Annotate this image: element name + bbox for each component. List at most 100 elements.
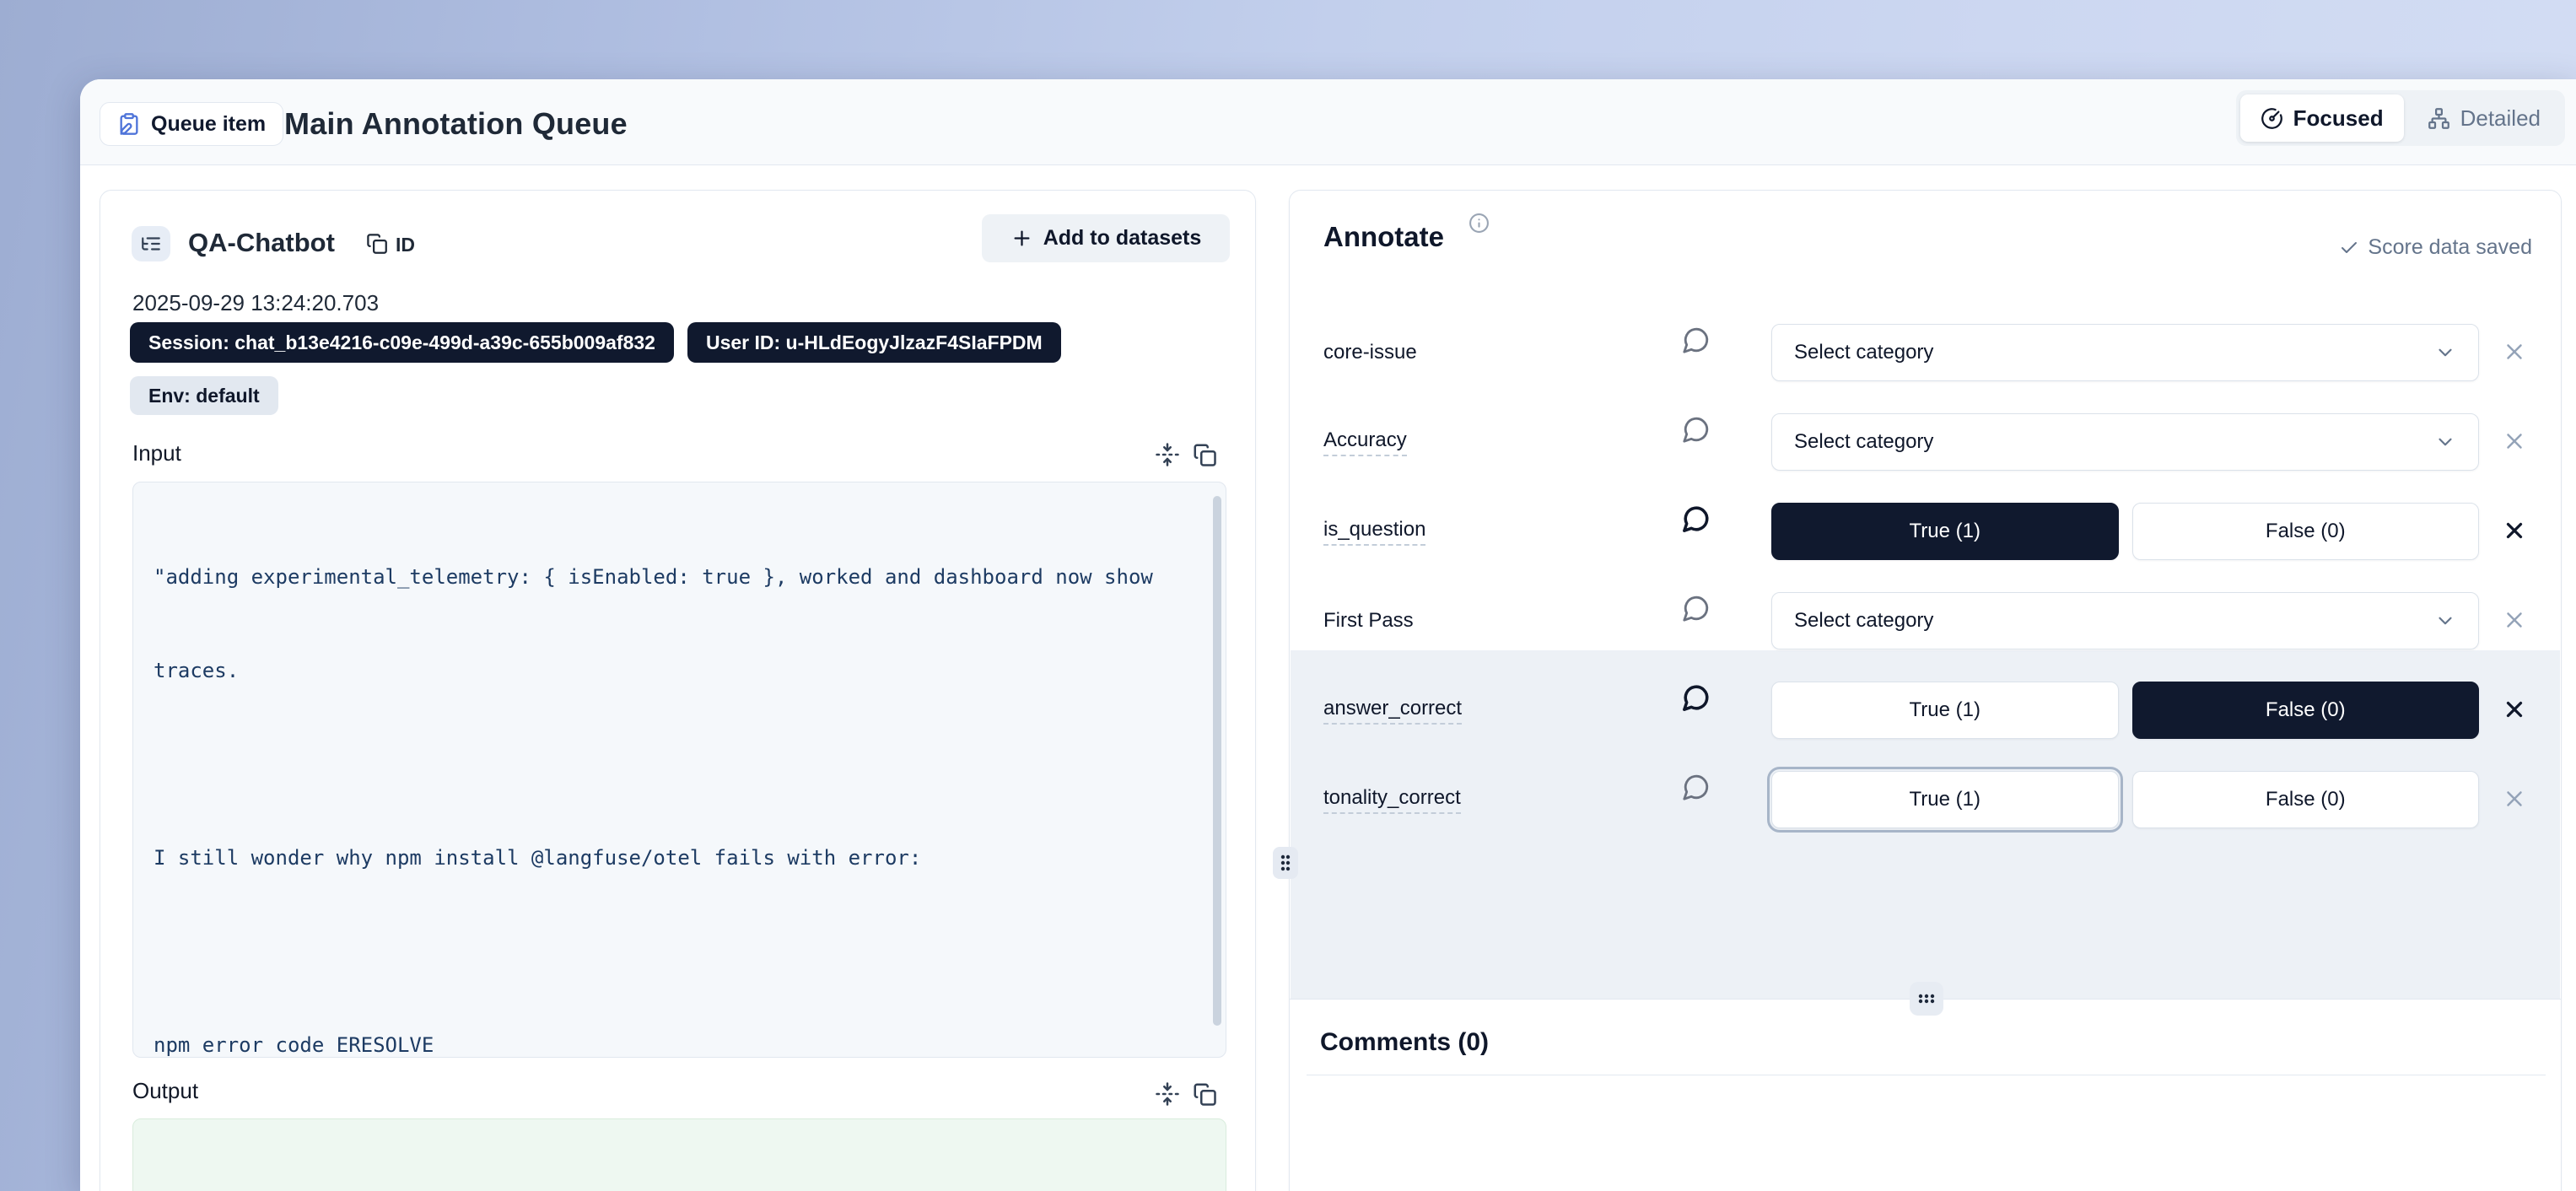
score-name: is_question [1323, 518, 1679, 546]
annotation-queue-page: Queue item Main Annotation Queue Focused… [0, 0, 2576, 1191]
comment-bubble-icon[interactable] [1679, 771, 1713, 805]
comment-bubble-icon[interactable] [1679, 592, 1713, 626]
plus-icon [1010, 227, 1033, 250]
delete-score-button[interactable] [2501, 339, 2528, 366]
list-tree-icon [132, 226, 170, 261]
info-icon[interactable] [1469, 213, 1490, 234]
false-button[interactable]: False (0) [2132, 771, 2480, 828]
dialog-header: Queue item Main Annotation Queue Focused… [80, 79, 2576, 165]
user-id-badge[interactable]: User ID: u-HLdEogyJlzazF4SIaFPDM [687, 322, 1061, 363]
queue-item-badge: Queue item [100, 102, 283, 146]
network-icon [2428, 107, 2450, 130]
delete-score-button[interactable] [2501, 607, 2528, 634]
select-placeholder: Select category [1794, 609, 1933, 633]
score-row: Accuracy Select category [1290, 397, 2561, 487]
code-line [154, 936, 1205, 967]
score-row: First Pass Select category [1290, 576, 2561, 666]
copy-icon[interactable] [1192, 442, 1217, 467]
session-badge[interactable]: Session: chat_b13e4216-c09e-499d-a39c-65… [130, 322, 674, 363]
input-code-block: "adding experimental_telemetry: { isEnab… [132, 482, 1226, 1058]
x-icon [2502, 518, 2527, 543]
section-resize-handle[interactable] [1910, 982, 1943, 1016]
comment-bubble-icon[interactable] [1679, 503, 1713, 536]
delete-score-button[interactable] [2501, 786, 2528, 813]
comment-bubble-icon[interactable] [1679, 413, 1713, 447]
select-placeholder: Select category [1794, 430, 1933, 454]
score-name: First Pass [1323, 609, 1679, 633]
score-save-status: Score data saved [2339, 235, 2532, 260]
code-line: "adding experimental_telemetry: { isEnab… [154, 562, 1205, 593]
output-code-block: "# Dependency conflict: why npm ERESOLVE… [132, 1118, 1226, 1191]
env-badge: Env: default [130, 376, 278, 415]
grip-dots-icon [1916, 992, 1937, 1005]
true-button[interactable]: True (1) [1771, 682, 2119, 739]
view-toggle: Focused Detailed [2236, 90, 2565, 146]
toggle-detailed[interactable]: Detailed [2407, 94, 2561, 142]
x-icon [2502, 607, 2527, 633]
fold-vertical-icon[interactable] [1155, 1081, 1180, 1107]
input-section-label: Input [132, 440, 181, 466]
score-row: core-issue Select category [1290, 308, 2561, 397]
category-select[interactable]: Select category [1771, 592, 2479, 649]
panel-resize-handle[interactable] [1273, 847, 1298, 879]
toggle-detailed-label: Detailed [2460, 105, 2541, 132]
id-label[interactable]: ID [396, 234, 415, 256]
true-button[interactable]: True (1) [1771, 503, 2119, 560]
true-button[interactable]: True (1) [1771, 771, 2119, 828]
toggle-focused[interactable]: Focused [2240, 94, 2404, 142]
output-section-label: Output [132, 1078, 198, 1104]
comment-bubble-icon[interactable] [1679, 682, 1713, 715]
comment-bubble-icon[interactable] [1679, 324, 1713, 358]
chevron-down-icon [2434, 610, 2456, 632]
comments-title: Comments (0) [1320, 1028, 1489, 1057]
copy-icon[interactable] [1192, 1081, 1217, 1107]
copy-id-icon[interactable] [365, 232, 388, 255]
chevron-down-icon [2434, 431, 2456, 453]
code-line: npm error code ERESOLVE [154, 1030, 1205, 1058]
x-icon [2502, 786, 2527, 811]
chevron-down-icon [2434, 342, 2456, 364]
trace-panel: QA-Chatbot ID Add to datasets 2025-09-29… [100, 190, 1256, 1191]
input-scrollbar[interactable] [1213, 496, 1221, 1026]
add-to-datasets-button[interactable]: Add to datasets [982, 214, 1230, 262]
score-name: answer_correct [1323, 697, 1679, 725]
score-row: is_question True (1) False (0) [1290, 487, 2561, 576]
toggle-focused-label: Focused [2293, 105, 2384, 132]
annotate-panel: Annotate Score data saved core-issue Sel… [1289, 190, 2562, 1191]
x-icon [2502, 339, 2527, 364]
select-placeholder: Select category [1794, 341, 1933, 364]
delete-score-button[interactable] [2501, 697, 2528, 724]
code-line [154, 749, 1205, 780]
score-name: core-issue [1323, 341, 1679, 364]
page-title: Main Annotation Queue [284, 102, 628, 146]
grip-dots-icon [1279, 853, 1292, 873]
delete-score-button[interactable] [2501, 428, 2528, 455]
category-select[interactable]: Select category [1771, 413, 2479, 471]
x-icon [2502, 697, 2527, 722]
input-section-actions [1155, 442, 1217, 467]
clipboard-pen-icon [117, 112, 141, 136]
output-section-actions [1155, 1081, 1217, 1107]
trace-title: QA-Chatbot [188, 228, 335, 258]
x-icon [2502, 428, 2527, 454]
false-button[interactable]: False (0) [2132, 503, 2480, 560]
fold-vertical-icon[interactable] [1155, 442, 1180, 467]
add-to-datasets-label: Add to datasets [1043, 226, 1202, 251]
score-row: answer_correct True (1) False (0) [1290, 666, 2561, 755]
score-row: tonality_correct True (1) False (0) [1290, 755, 2561, 844]
category-select[interactable]: Select category [1771, 324, 2479, 381]
delete-score-button[interactable] [2501, 518, 2528, 545]
code-line: traces. [154, 655, 1205, 687]
score-name: Accuracy [1323, 428, 1679, 456]
trace-badges: Session: chat_b13e4216-c09e-499d-a39c-65… [130, 322, 1061, 363]
score-name: tonality_correct [1323, 786, 1679, 814]
annotate-title: Annotate [1323, 221, 1444, 253]
code-line: I still wonder why npm install @langfuse… [154, 843, 1205, 874]
gauge-icon [2261, 107, 2283, 130]
check-icon [2339, 238, 2359, 258]
false-button[interactable]: False (0) [2132, 682, 2480, 739]
queue-badge-label: Queue item [151, 112, 266, 137]
score-save-status-label: Score data saved [2368, 235, 2532, 260]
score-rows: core-issue Select category Accuracy [1290, 308, 2561, 844]
queue-item-dialog: Queue item Main Annotation Queue Focused… [80, 79, 2576, 1191]
